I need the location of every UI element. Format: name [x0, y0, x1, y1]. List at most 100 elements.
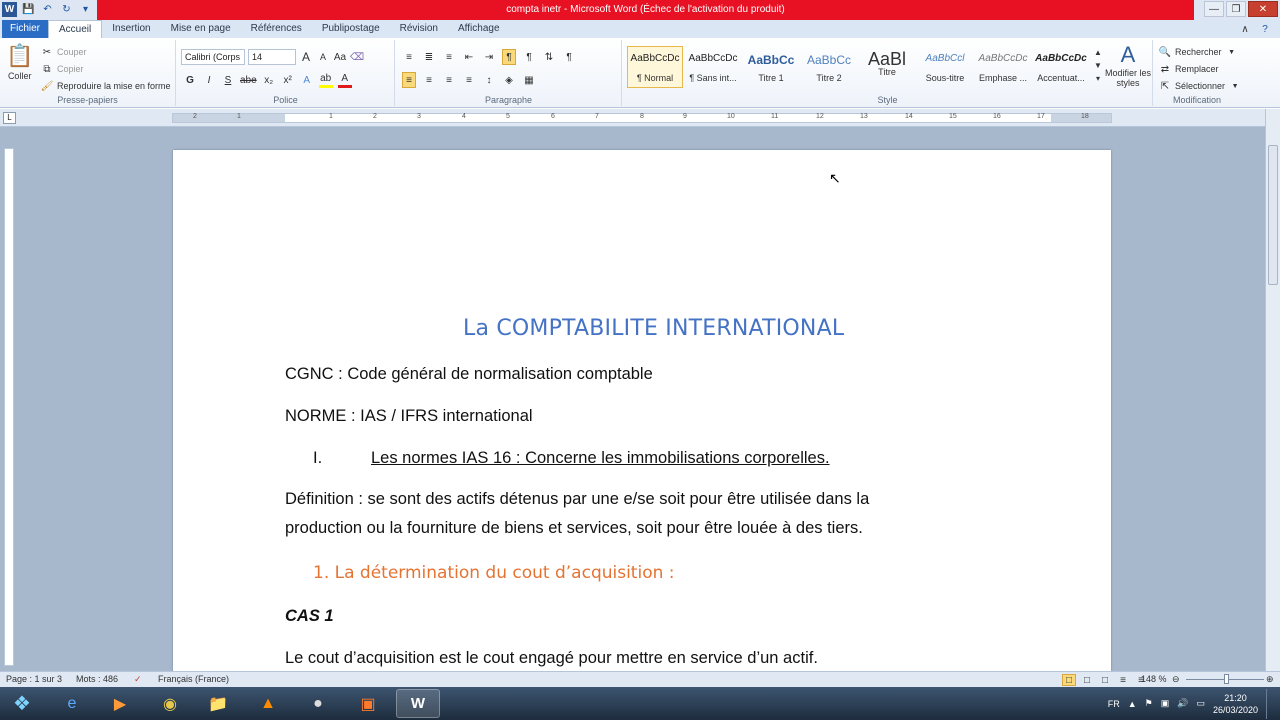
decrease-indent-icon[interactable]: ⇤: [462, 49, 476, 65]
zoom-in-icon[interactable]: ⊕: [1266, 674, 1274, 685]
document-title[interactable]: La COMPTABILITE INTERNATIONAL: [463, 316, 844, 341]
show-marks-button[interactable]: ¶: [562, 49, 576, 65]
outline-icon[interactable]: ≡: [1116, 674, 1130, 686]
paragraph-norme[interactable]: NORME : IAS / IFRS international: [285, 407, 533, 426]
modify-styles-button[interactable]: A Modifier les styles: [1105, 42, 1151, 89]
sort-icon[interactable]: ⇅: [542, 49, 556, 65]
volume-icon[interactable]: 🔊: [1177, 698, 1188, 709]
styles-scroll[interactable]: ▲ ▼ ▾: [1091, 46, 1105, 85]
vertical-scrollbar[interactable]: [1265, 109, 1280, 671]
full-screen-icon[interactable]: □: [1080, 674, 1094, 686]
cut-button[interactable]: ✂ Couper: [40, 44, 87, 60]
save-icon[interactable]: 💾: [21, 2, 36, 17]
show-desktop-button[interactable]: [1266, 688, 1274, 719]
paragraph-cout-acquisition[interactable]: Le cout d’acquisition est le cout engagé…: [285, 649, 818, 668]
change-case-button[interactable]: Aa: [333, 49, 347, 65]
bold-button[interactable]: G: [183, 72, 197, 88]
style-sous-titre[interactable]: AaBbCcl Sous-titre: [917, 46, 973, 88]
minimize-ribbon-icon[interactable]: ∧: [1238, 21, 1252, 37]
multilevel-list-icon[interactable]: ≡: [442, 49, 456, 65]
zoom-level[interactable]: 148 %: [1141, 674, 1167, 684]
align-right-icon[interactable]: ≡: [442, 72, 456, 88]
language-indicator-tray[interactable]: FR: [1108, 699, 1120, 709]
help-icon[interactable]: ?: [1258, 21, 1272, 37]
print-layout-icon[interactable]: □: [1062, 674, 1076, 686]
shading-icon[interactable]: ◈: [502, 72, 516, 88]
tab-accueil[interactable]: Accueil: [48, 20, 103, 38]
style-titre-2[interactable]: AaBbCc Titre 2: [801, 46, 857, 88]
tab-references[interactable]: Références: [241, 20, 312, 38]
start-button[interactable]: ❖: [2, 689, 42, 718]
style-titre[interactable]: AaBl Titre: [859, 46, 915, 88]
clock[interactable]: 21:20 26/03/2020: [1213, 692, 1258, 716]
tab-revision[interactable]: Révision: [390, 20, 448, 38]
proofing-icon[interactable]: ✓: [134, 674, 142, 685]
strikethrough-button[interactable]: abe: [240, 72, 257, 88]
font-color-icon[interactable]: A: [337, 72, 352, 88]
file-explorer-icon[interactable]: 📁: [196, 689, 240, 718]
superscript-button[interactable]: x²: [281, 72, 295, 88]
tab-selector[interactable]: L: [3, 112, 16, 124]
style-accentuation[interactable]: AaBbCcDc Accentuat...: [1033, 46, 1089, 88]
line-spacing-icon[interactable]: ↕: [482, 72, 496, 88]
paragraph-cgnc[interactable]: CGNC : Code général de normalisation com…: [285, 365, 653, 384]
definition-line-2[interactable]: production ou la fourniture de biens et …: [285, 519, 863, 538]
more-styles-icon[interactable]: ▾: [1091, 72, 1105, 85]
highlight-icon[interactable]: ab: [318, 72, 333, 88]
tab-insertion[interactable]: Insertion: [102, 20, 160, 38]
italic-button[interactable]: I: [202, 72, 216, 88]
paste-button[interactable]: 📋 Coller: [6, 42, 33, 81]
app-icon[interactable]: ●: [296, 689, 340, 718]
borders-icon[interactable]: ▦: [522, 72, 536, 88]
page-indicator[interactable]: Page : 1 sur 3: [6, 674, 62, 684]
underline-button[interactable]: S: [221, 72, 235, 88]
presentation-app-icon[interactable]: ▣: [346, 689, 390, 718]
tray-arrow-icon[interactable]: ▲: [1128, 699, 1137, 709]
align-center-icon[interactable]: ≡: [422, 72, 436, 88]
numbering-icon[interactable]: ≣: [422, 49, 436, 65]
language-indicator[interactable]: Français (France): [158, 674, 229, 684]
definition-line-1[interactable]: Définition : se sont des actifs détenus …: [285, 490, 869, 509]
zoom-out-icon[interactable]: ⊖: [1172, 674, 1180, 685]
display-icon[interactable]: ▭: [1196, 698, 1205, 709]
customize-qat-icon[interactable]: ▾: [78, 2, 93, 17]
rtl-icon[interactable]: ¶: [522, 49, 536, 65]
zoom-slider-thumb[interactable]: [1224, 674, 1229, 684]
style-normal[interactable]: AaBbCcDc ¶ Normal: [627, 46, 683, 88]
network-icon[interactable]: ▣: [1161, 698, 1170, 709]
copy-button[interactable]: ⧉ Copier: [40, 61, 83, 77]
style-sans-interligne[interactable]: AaBbCcDc ¶ Sans int...: [685, 46, 741, 88]
find-button[interactable]: 🔍 Rechercher ▼: [1158, 44, 1239, 60]
word-app-icon[interactable]: W: [2, 2, 17, 17]
select-button[interactable]: ⇱ Sélectionner ▼: [1158, 78, 1242, 94]
format-painter-button[interactable]: 🖌 Reproduire la mise en forme: [40, 78, 171, 94]
increase-indent-icon[interactable]: ⇥: [482, 49, 496, 65]
clear-formatting-icon[interactable]: ⌫: [350, 49, 364, 65]
minimize-button[interactable]: —: [1204, 1, 1224, 17]
vertical-ruler[interactable]: [4, 148, 14, 666]
list-item-ias16[interactable]: Les normes IAS 16 : Concerne les immobil…: [371, 449, 830, 468]
cas-heading[interactable]: CAS 1: [285, 607, 334, 626]
font-name-combo[interactable]: Calibri (Corps: [181, 49, 245, 65]
subscript-button[interactable]: x₂: [262, 72, 276, 88]
restore-button[interactable]: ❐: [1226, 1, 1246, 17]
close-button[interactable]: ✕: [1248, 1, 1278, 17]
internet-explorer-icon[interactable]: e: [50, 689, 94, 718]
web-layout-icon[interactable]: □: [1098, 674, 1112, 686]
word-taskbar-icon[interactable]: W: [396, 689, 440, 718]
undo-icon[interactable]: ↶: [40, 2, 55, 17]
scroll-up-icon[interactable]: ▲: [1091, 46, 1105, 59]
align-left-icon[interactable]: ≡: [402, 72, 416, 88]
tab-publipostage[interactable]: Publipostage: [312, 20, 390, 38]
ruler-scale[interactable]: 2 1 1 2 3 4 5 6 7 8 9 10 11 12 13 14 15 …: [172, 113, 1112, 123]
text-effects-icon[interactable]: A: [300, 72, 314, 88]
bullets-icon[interactable]: ≡: [402, 49, 416, 65]
horizontal-ruler[interactable]: L 2 1 1 2 3 4 5 6 7 8 9 10 11 12 13 14 1…: [0, 109, 1280, 127]
tab-affichage[interactable]: Affichage: [448, 20, 510, 38]
scrollbar-thumb[interactable]: [1268, 145, 1278, 285]
word-count[interactable]: Mots : 486: [76, 674, 118, 684]
redo-icon[interactable]: ↻: [59, 2, 74, 17]
replace-button[interactable]: ⇄ Remplacer: [1158, 61, 1219, 77]
scroll-down-icon[interactable]: ▼: [1091, 59, 1105, 72]
style-emphase[interactable]: AaBbCcDc Emphase ...: [975, 46, 1031, 88]
